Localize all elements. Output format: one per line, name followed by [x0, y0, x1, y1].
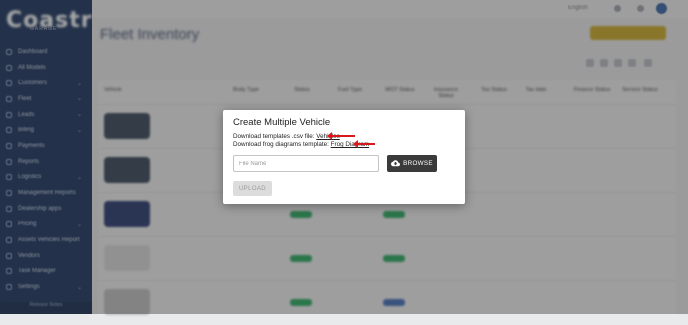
- annotation-arrow-icon: [353, 140, 375, 148]
- templates-download-text: Download templates .csv file:: [233, 133, 317, 140]
- dialog-title: Create Multiple Vehicle: [233, 117, 331, 128]
- file-name-input[interactable]: [233, 155, 379, 172]
- frog-download-line: Download frog diagrams template: Frog Di…: [233, 141, 369, 148]
- browse-button[interactable]: BROWSE: [387, 155, 437, 172]
- frog-download-text: Download frog diagrams template:: [233, 141, 331, 148]
- upload-button[interactable]: UPLOAD: [233, 181, 272, 196]
- browse-button-label: BROWSE: [403, 160, 433, 167]
- create-multiple-vehicle-dialog: Create Multiple Vehicle Download templat…: [223, 110, 465, 204]
- templates-download-line: Download templates .csv file: Vehicles: [233, 133, 340, 140]
- cloud-upload-icon: [391, 160, 401, 167]
- annotation-arrow-icon: [327, 132, 355, 140]
